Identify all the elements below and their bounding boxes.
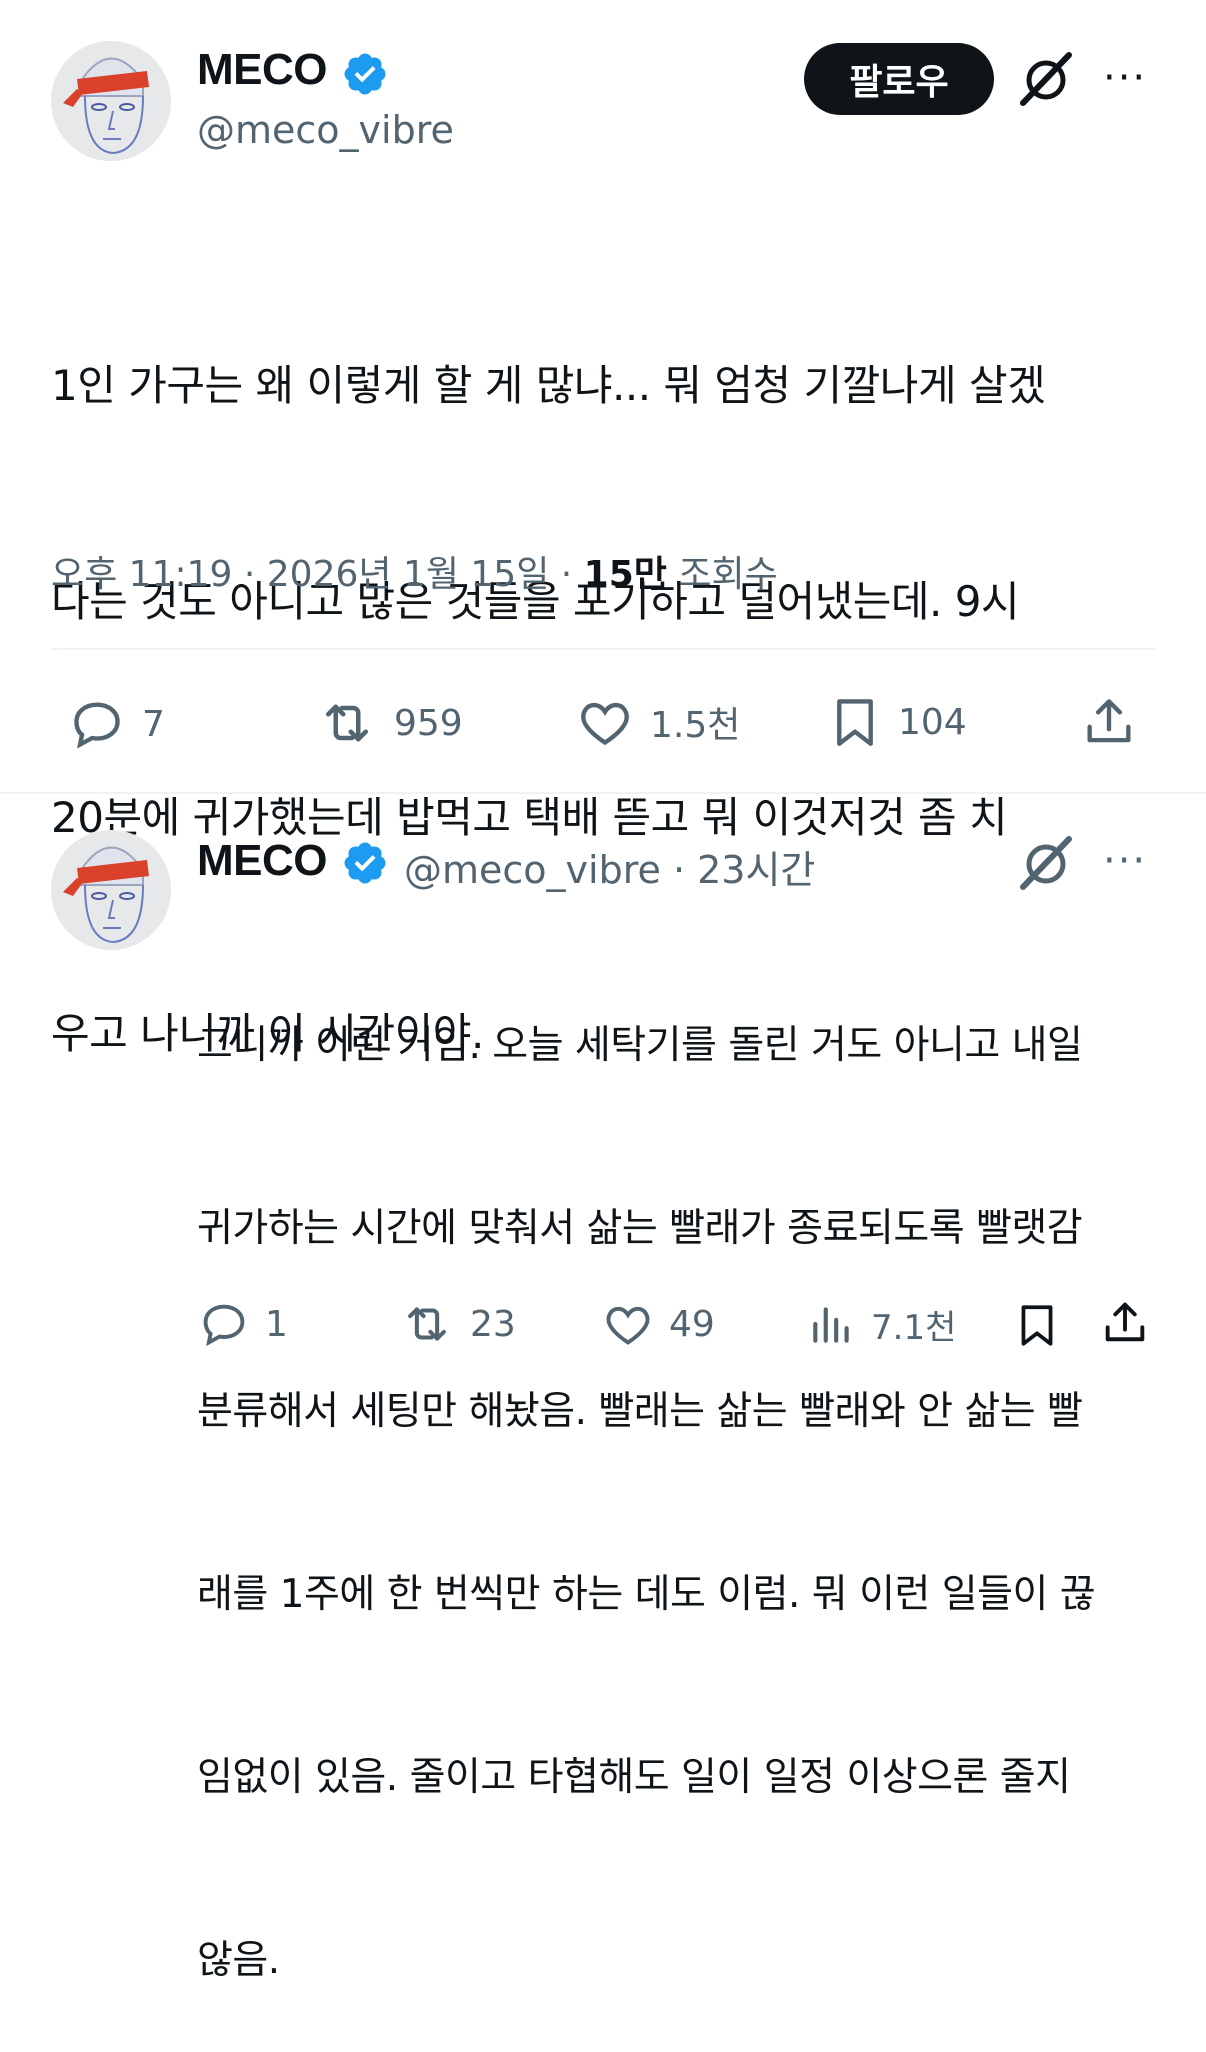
- reply-retweet-button[interactable]: 23: [398, 1297, 516, 1351]
- display-name[interactable]: MECO: [197, 45, 328, 95]
- verified-badge-icon[interactable]: [341, 839, 389, 887]
- bookmark-count: 104: [898, 701, 967, 743]
- reply-reply-button[interactable]: 1: [197, 1298, 288, 1350]
- view-count: 15만: [583, 554, 667, 595]
- reply-icon: [203, 1304, 245, 1347]
- reply-display-name[interactable]: MECO: [197, 836, 328, 886]
- like-count: 1.5천: [650, 705, 741, 746]
- reply-avatar[interactable]: [51, 830, 171, 950]
- retweet-icon: [408, 1307, 446, 1341]
- view-count: 7.1천: [871, 1307, 957, 1348]
- heart-icon: [606, 1306, 650, 1345]
- analytics-icon: [813, 1307, 849, 1343]
- reply-handle-time[interactable]: @meco_vibre · 23시간: [404, 839, 815, 894]
- reply-text: 그니까 이런 거임. 오늘 세탁기를 돌린 거도 아니고 내일 귀가하는 시간에…: [197, 893, 1187, 2052]
- share-button[interactable]: [1080, 692, 1138, 752]
- reply-text-line: 래를 1주에 한 번씩만 하는 데도 이럼. 뭐 이런 일들이 끊: [197, 1572, 1096, 1617]
- avatar-image: [51, 830, 171, 950]
- retweet-count: 959: [394, 702, 463, 744]
- reply-text-line: 않음.: [197, 1938, 280, 1983]
- bookmark-button[interactable]: 104: [826, 690, 967, 754]
- like-count: 49: [669, 1303, 715, 1345]
- like-button[interactable]: 1.5천: [574, 693, 740, 751]
- avatar-image: [51, 41, 171, 161]
- bookmark-icon: [837, 699, 873, 746]
- divider: [0, 792, 1206, 794]
- verified-badge-icon[interactable]: [341, 50, 389, 98]
- more-options-icon[interactable]: ···: [1103, 838, 1147, 884]
- reply-count: 1: [265, 1303, 288, 1345]
- reply-views-button[interactable]: 7.1천: [807, 1297, 956, 1351]
- reply-like-button[interactable]: 49: [601, 1298, 715, 1350]
- heart-icon: [581, 702, 629, 746]
- avatar[interactable]: [51, 41, 171, 161]
- reply-text-line: 분류해서 세팅만 해놨음. 빨래는 삶는 빨래와 안 삶는 빨: [197, 1389, 1083, 1434]
- more-options-icon[interactable]: ···: [1103, 55, 1147, 101]
- follow-button[interactable]: 팔로우: [804, 43, 994, 115]
- tweet-text-line: 1인 가구는 왜 이렇게 할 게 많냐... 뭐 엄청 기깔나게 살겠: [51, 361, 1046, 410]
- reply-text-line: 임없이 있음. 줄이고 타협해도 일이 일정 이상으론 줄지: [197, 1755, 1071, 1800]
- share-icon: [1087, 699, 1131, 743]
- reply-button[interactable]: 7: [66, 695, 165, 753]
- grok-icon[interactable]: [1017, 835, 1077, 891]
- share-icon: [1105, 1302, 1145, 1342]
- tweet-meta: 오후 11:19 · 2026년 1월 15일 · 15만 조회수: [51, 545, 778, 597]
- reply-share-button[interactable]: [1099, 1296, 1151, 1350]
- reply-text-line: 귀가하는 시간에 맞춰서 삶는 빨래가 종료되도록 빨랫감: [197, 1206, 1083, 1251]
- reply-bookmark-button[interactable]: [1012, 1296, 1062, 1354]
- view-label: 조회수: [666, 554, 778, 595]
- tweet-timestamp[interactable]: 오후 11:19 · 2026년 1월 15일 ·: [51, 554, 584, 595]
- user-handle[interactable]: @meco_vibre: [197, 108, 454, 152]
- retweet-button[interactable]: 959: [314, 693, 463, 753]
- divider: [51, 648, 1155, 650]
- reply-text-line: 그니까 이런 거임. 오늘 세탁기를 돌린 거도 아니고 내일: [197, 1023, 1083, 1068]
- retweet-icon: [326, 704, 368, 742]
- retweet-count: 23: [470, 1303, 516, 1345]
- reply-icon: [74, 702, 120, 749]
- grok-icon[interactable]: [1017, 51, 1077, 107]
- bookmark-icon: [1021, 1305, 1053, 1346]
- reply-count: 7: [142, 703, 165, 745]
